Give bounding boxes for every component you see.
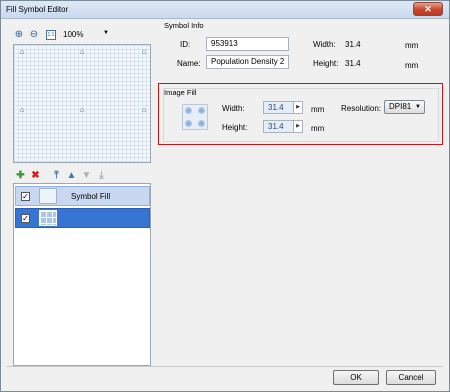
ok-button[interactable]: OK — [333, 370, 379, 385]
zoom-in-icon[interactable]: ⊕ — [13, 29, 25, 41]
title-bar[interactable]: Fill Symbol Editor ✕ — [1, 1, 449, 19]
window-title: Fill Symbol Editor — [6, 5, 69, 14]
layer-toolbar: ✚ ✖ ⤒ ▲ ▼ ⤓ — [15, 170, 115, 182]
image-fill-group-label: Image Fill — [164, 88, 197, 97]
move-to-top-icon[interactable]: ⤒ — [51, 170, 62, 181]
spin-arrow-icon[interactable]: ▶ — [293, 102, 302, 113]
layer-row-symbol-fill[interactable]: ✓ Symbol Fill — [15, 186, 150, 206]
layer-label: Symbol Fill — [71, 192, 111, 201]
symbol-preview-canvas[interactable]: ⌂ ⌂ ⌂ ⌂ ⌂ ⌂ — [13, 44, 151, 163]
symbol-info-group-label: Symbol Info — [164, 21, 204, 30]
fill-tile-icon: ⌂ — [79, 47, 85, 56]
symbol-width-unit: mm — [405, 41, 419, 50]
name-label: Name: — [177, 59, 201, 68]
image-width-unit: mm — [311, 105, 325, 114]
symbol-width-value: 31.4 — [345, 40, 361, 49]
symbol-height-unit: mm — [405, 61, 419, 70]
fill-symbol-editor-window: Fill Symbol Editor ✕ ⊕ ⊖ 1:1 100% ▼ ⌂ ⌂ … — [0, 0, 450, 392]
resolution-label: Resolution: — [341, 104, 382, 113]
symbol-fill-thumbnail-icon — [39, 188, 57, 204]
fill-tile-icon: ⌂ — [19, 47, 25, 56]
layer-row-image-fill[interactable]: ✓ — [15, 208, 150, 228]
name-input[interactable]: Population Density 2 — [206, 55, 289, 69]
image-fill-thumbnail — [182, 104, 208, 130]
fill-tile-icon: ⌂ — [19, 105, 25, 114]
fill-tile-icon: ⌂ — [141, 105, 147, 114]
image-height-value: 31.4 — [268, 122, 284, 131]
zoom-level[interactable]: 100% — [63, 30, 83, 39]
resolution-value: DPI81 — [389, 102, 412, 111]
symbol-height-value: 31.4 — [345, 59, 361, 68]
symbol-height-label: Height: — [313, 59, 339, 68]
image-width-value: 31.4 — [268, 103, 284, 112]
move-up-icon[interactable]: ▲ — [66, 170, 77, 181]
image-fill-thumbnail-icon — [39, 210, 57, 226]
symbol-width-label: Width: — [313, 40, 336, 49]
chevron-down-icon: ▼ — [415, 104, 421, 110]
zoom-out-icon[interactable]: ⊖ — [28, 29, 40, 41]
footer-divider — [7, 366, 443, 367]
image-height-spinbox[interactable]: 31.4 ▶ — [263, 120, 303, 133]
fill-tile-icon: ⌂ — [79, 105, 85, 114]
preview-toolbar: ⊕ ⊖ 1:1 100% ▼ — [13, 29, 153, 43]
layer-visibility-checkbox[interactable]: ✓ — [21, 214, 30, 223]
id-label: ID: — [180, 40, 191, 49]
resolution-dropdown[interactable]: DPI81 ▼ — [384, 100, 425, 114]
fill-tile-icon: ⌂ — [141, 47, 147, 56]
spin-arrow-icon[interactable]: ▶ — [293, 121, 302, 132]
zoom-dropdown-icon[interactable]: ▼ — [103, 30, 109, 36]
image-height-label: Height: — [222, 123, 248, 132]
cancel-button[interactable]: Cancel — [386, 370, 436, 385]
image-width-spinbox[interactable]: 31.4 ▶ — [263, 101, 303, 114]
id-input[interactable]: 953913 — [206, 37, 289, 51]
delete-layer-icon[interactable]: ✖ — [30, 170, 41, 181]
move-down-icon: ▼ — [81, 170, 92, 181]
layer-list[interactable]: ✓ Symbol Fill ✓ — [13, 183, 151, 366]
layer-visibility-checkbox[interactable]: ✓ — [21, 192, 30, 201]
image-height-unit: mm — [311, 124, 325, 133]
move-to-bottom-icon: ⤓ — [99, 170, 104, 181]
actual-size-icon[interactable]: 1:1 — [46, 30, 56, 40]
close-icon: ✕ — [424, 4, 432, 14]
close-button[interactable]: ✕ — [413, 2, 443, 16]
image-width-label: Width: — [222, 104, 245, 113]
add-layer-icon[interactable]: ✚ — [15, 170, 26, 181]
